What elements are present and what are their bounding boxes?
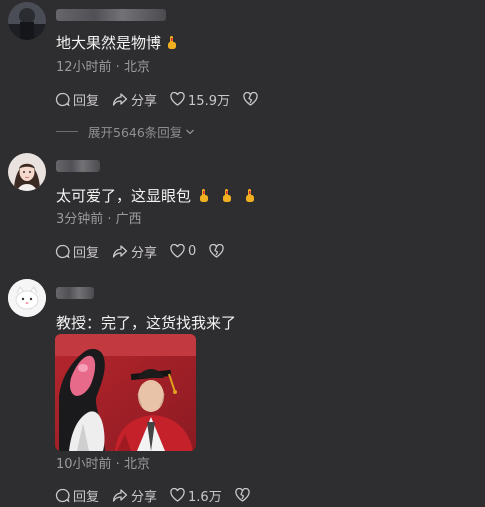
reply-button[interactable]: 回复 bbox=[55, 486, 99, 505]
reply-label: 回复 bbox=[73, 245, 100, 261]
share-button[interactable]: 分享 bbox=[112, 486, 157, 505]
comment-image[interactable] bbox=[55, 334, 196, 451]
comment-meta: 10小时前 · 北京 bbox=[56, 457, 150, 472]
like-button[interactable]: 1.6万 bbox=[170, 486, 222, 505]
heart-icon bbox=[170, 244, 185, 258]
heart-icon bbox=[170, 92, 185, 106]
share-icon bbox=[112, 92, 128, 106]
chevron-down-icon bbox=[186, 129, 195, 134]
like-count: 15.9万 bbox=[188, 93, 230, 109]
comment-actions: 回复 分享 1.6万 bbox=[55, 486, 266, 505]
comment-text: 教授：完了，这货找我来了 bbox=[56, 314, 237, 332]
hand-emoji-icon bbox=[245, 188, 255, 202]
like-count: 0 bbox=[188, 243, 197, 259]
dislike-button[interactable] bbox=[235, 488, 253, 502]
reply-button[interactable]: 回复 bbox=[55, 90, 99, 109]
reply-icon bbox=[55, 92, 70, 107]
broken-heart-icon bbox=[243, 92, 258, 106]
share-button[interactable]: 分享 bbox=[112, 90, 157, 109]
avatar-white-cat-icon[interactable] bbox=[8, 279, 46, 317]
expand-replies-label: 展开5646条回复 bbox=[88, 125, 183, 140]
share-icon bbox=[112, 244, 128, 258]
heart-icon bbox=[170, 488, 185, 502]
share-label: 分享 bbox=[131, 245, 158, 261]
username-blurred[interactable] bbox=[56, 9, 166, 21]
comment-item: 教授：完了，这货找我来了 10小时前 · 北京 回复 分享 1.6万 bbox=[0, 265, 485, 507]
avatar-dark-figure-icon[interactable] bbox=[8, 2, 46, 40]
like-button[interactable]: 15.9万 bbox=[170, 90, 230, 109]
broken-heart-icon bbox=[209, 244, 224, 258]
hand-emoji-icon bbox=[199, 188, 209, 202]
dislike-button[interactable] bbox=[243, 92, 261, 106]
share-icon bbox=[112, 488, 128, 502]
reply-label: 回复 bbox=[73, 93, 100, 109]
comment-item: 地大果然是物博 12小时前 · 北京 回复 分享 15.9万 展开5646条回复 bbox=[0, 0, 485, 150]
expand-replies-button[interactable]: 展开5646条回复 bbox=[56, 122, 195, 141]
username-blurred[interactable] bbox=[56, 160, 100, 172]
broken-heart-icon bbox=[235, 488, 250, 502]
divider-line bbox=[56, 131, 78, 132]
dislike-button[interactable] bbox=[209, 244, 227, 258]
comment-text-content: 太可爱了，这显眼包 bbox=[56, 187, 192, 205]
hand-emoji-icon bbox=[222, 188, 232, 202]
reply-icon bbox=[55, 244, 70, 259]
comment-meta: 3分钟前 · 广西 bbox=[56, 212, 142, 227]
comment-meta: 12小时前 · 北京 bbox=[56, 60, 150, 75]
hand-emoji-icon bbox=[167, 35, 177, 49]
comment-text: 太可爱了，这显眼包 bbox=[56, 186, 255, 206]
like-count: 1.6万 bbox=[188, 489, 222, 505]
comment-actions: 回复 分享 0 bbox=[55, 242, 240, 261]
comment-text: 地大果然是物博 bbox=[56, 33, 177, 53]
reply-button[interactable]: 回复 bbox=[55, 242, 99, 261]
reply-label: 回复 bbox=[73, 489, 100, 505]
share-label: 分享 bbox=[131, 93, 158, 109]
share-label: 分享 bbox=[131, 489, 158, 505]
comment-actions: 回复 分享 15.9万 bbox=[55, 90, 274, 109]
comment-text-content: 地大果然是物博 bbox=[56, 34, 162, 52]
avatar-girl-photo-icon[interactable] bbox=[8, 153, 46, 191]
comment-item: 太可爱了，这显眼包 3分钟前 · 广西 回复 分享 0 bbox=[0, 150, 485, 265]
username-blurred[interactable] bbox=[56, 287, 94, 299]
reply-icon bbox=[55, 488, 70, 503]
share-button[interactable]: 分享 bbox=[112, 242, 157, 261]
like-button[interactable]: 0 bbox=[170, 244, 196, 259]
